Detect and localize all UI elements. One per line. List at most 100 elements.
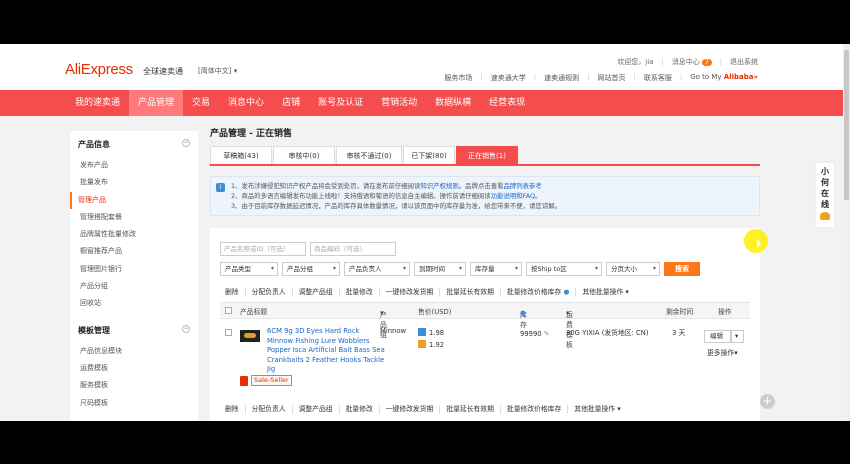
delete-button[interactable]: 删除 (225, 288, 245, 297)
edit-delivery-button[interactable]: 一键修改发货期 (378, 288, 440, 297)
sidebar-item-recycle[interactable]: 回收站 (78, 295, 190, 312)
col-actions: 操作 (718, 308, 732, 316)
scrollbar-thumb[interactable] (844, 50, 849, 200)
nav-marketing[interactable]: 营销活动 (372, 90, 426, 116)
link-service-market[interactable]: 服务市场 (444, 73, 472, 83)
nav-account[interactable]: 账号及认证 (309, 90, 372, 116)
brand-list-link[interactable]: 品牌列表参考 (503, 182, 541, 190)
nav-messages[interactable]: 消息中心 (219, 90, 273, 116)
stock-select[interactable]: 库存量 ▾ (470, 262, 522, 276)
logout-link[interactable]: 退出系统 (730, 57, 758, 67)
search-button[interactable]: 搜索 (664, 262, 700, 276)
main-nav: 我的速卖通 产品管理 交易 消息中心 店铺 账号及认证 营销活动 数据纵横 经营… (0, 90, 850, 116)
edit-delivery-button[interactable]: 一键修改发货期 (378, 405, 440, 414)
sidebar-item-info-module[interactable]: 产品信息模块 (78, 343, 190, 360)
ship-to-select[interactable]: 按Ship to区 ▾ (526, 262, 602, 276)
assign-owner-button[interactable]: 分配负责人 (244, 405, 292, 414)
nav-my-aliexpress[interactable]: 我的速卖通 (66, 90, 129, 116)
message-center-link[interactable]: 消息中心 7 (672, 57, 712, 67)
mascot-icon (820, 212, 830, 220)
pencil-icon[interactable]: ✎ (544, 330, 550, 338)
sidebar-item-showcase[interactable]: 橱窗推荐产品 (78, 243, 190, 260)
other-actions-dropdown[interactable]: 其他批量操作 ▾ (575, 288, 634, 297)
sidebar-item-manage-products[interactable]: 管理产品 (70, 191, 190, 209)
chevron-down-icon: ▾ (402, 265, 406, 272)
sidebar-item-groups[interactable]: 产品分组 (78, 278, 190, 295)
product-group-select[interactable]: 产品分组 ▾ (282, 262, 340, 276)
product-thumbnail[interactable] (240, 330, 260, 342)
sidebar-section-templates[interactable]: 模板管理 − (78, 324, 190, 336)
more-actions-dropdown[interactable]: 更多操作▾ (707, 347, 738, 357)
sidebar-item-brand-attrs[interactable]: 品牌属性批量修改 (78, 226, 190, 243)
edit-button[interactable]: 编辑 (704, 330, 731, 343)
adjust-group-button[interactable]: 调整产品组 (291, 288, 339, 297)
select-label: 按Ship to区 (531, 265, 567, 273)
nav-products[interactable]: 产品管理 (129, 90, 184, 116)
collapse-icon[interactable]: − (182, 324, 190, 333)
product-name-input[interactable]: 产品名称或ID（可选） (220, 242, 306, 256)
delete-button[interactable]: 删除 (225, 405, 245, 414)
nav-store[interactable]: 店铺 (273, 90, 309, 116)
product-owner-select[interactable]: 产品负责人 ▾ (344, 262, 410, 276)
tag-label: Sale-Seller (251, 375, 292, 386)
tab-drafts[interactable]: 草稿箱(43) (210, 146, 272, 164)
help-icon: ● (520, 309, 526, 317)
faq-link[interactable]: 功能说明和FAQ (491, 192, 535, 200)
language-selector[interactable]: [简体中文] ▾ (198, 66, 237, 76)
tab-offline[interactable]: 已下架(80) (403, 146, 455, 164)
assign-owner-button[interactable]: 分配负责人 (244, 288, 292, 297)
sidebar-item-shipping-template[interactable]: 运费模板 (78, 360, 190, 377)
chevron-down-icon: ▾ (458, 265, 462, 272)
plus-icon[interactable]: + (760, 394, 775, 409)
sidebar-section-product-info[interactable]: 产品信息 − (78, 139, 190, 150)
sidebar-item-bundles[interactable]: 管理搭配套餐 (78, 209, 190, 226)
tab-rejected[interactable]: 审核不通过(0) (336, 146, 402, 164)
select-label: 到期时间 (419, 265, 445, 273)
alibaba-brand: Alibaba (723, 73, 754, 81)
product-type-select[interactable]: 产品类型 ▾ (220, 262, 278, 276)
tab-reviewing[interactable]: 审核中(0) (273, 146, 335, 164)
bulk-edit-button[interactable]: 批量修改 (338, 288, 379, 297)
online-help-widget[interactable]: 小 何 在 线 (815, 162, 835, 228)
collapse-icon[interactable]: − (182, 139, 190, 147)
page-size-select[interactable]: 分页大小 ▾ (606, 262, 660, 276)
row-checkbox[interactable] (225, 329, 232, 336)
sidebar-item-publish[interactable]: 发布产品 (78, 157, 190, 174)
nav-data[interactable]: 数据纵横 (426, 90, 480, 116)
edit-price-stock-button[interactable]: 批量修改价格库存 ● (499, 288, 575, 297)
sidebar-item-size-template[interactable]: 尺码模板 (78, 395, 190, 412)
product-code-input[interactable]: 商品编码（可选） (310, 242, 396, 256)
chevron-down-icon: ▾ (566, 309, 570, 317)
edit-price-stock-button[interactable]: 批量修改价格库存 (499, 405, 567, 414)
ip-rules-link[interactable]: 知识产权规则 (420, 182, 458, 190)
link-home[interactable]: 网站首页 (597, 73, 625, 83)
chevron-down-icon: ▾ (270, 265, 274, 272)
extend-validity-button[interactable]: 批量延长有效期 (439, 405, 500, 414)
tab-on-sale[interactable]: 正在销售(1) (456, 146, 518, 164)
link-rules[interactable]: 速卖通规则 (544, 73, 579, 83)
sidebar-item-image-bank[interactable]: 管理图片银行 (78, 261, 190, 278)
goto-alibaba-link[interactable]: Go to My Alibaba» (690, 73, 758, 83)
aliexpress-logo[interactable]: AliExpress (65, 61, 133, 78)
price-line-2: 1.92 (418, 340, 444, 349)
status-tabs: 草稿箱(43) 审核中(0) 审核不通过(0) 已下架(80) 正在销售(1) (210, 146, 760, 166)
widget-char: 在 (821, 189, 829, 198)
nav-performance[interactable]: 经营表现 (480, 90, 534, 116)
select-label: 产品负责人 (349, 265, 382, 273)
sidebar-item-service-template[interactable]: 服务模板 (78, 377, 190, 394)
page-scrollbar[interactable] (843, 44, 850, 421)
bulk-edit-button[interactable]: 批量修改 (338, 405, 379, 414)
adjust-group-button[interactable]: 调整产品组 (291, 405, 339, 414)
other-actions-dropdown[interactable]: 其他批量操作 ▾ (567, 405, 626, 414)
link-university[interactable]: 速卖通大学 (491, 73, 526, 83)
select-all-checkbox[interactable] (225, 307, 232, 314)
chevron-down-icon: ▾ (734, 349, 738, 357)
sidebar-item-bulk-publish[interactable]: 批量发布 (78, 174, 190, 191)
link-support[interactable]: 联系客服 (644, 73, 672, 83)
extend-validity-button[interactable]: 批量延长有效期 (439, 288, 500, 297)
product-title-link[interactable]: 6CM 9g 3D Eyes Hard Rock Minnow Fishing … (267, 327, 385, 375)
nav-orders[interactable]: 交易 (183, 90, 219, 116)
edit-dropdown-toggle[interactable]: ▾ (731, 330, 744, 343)
expiry-select[interactable]: 到期时间 ▾ (414, 262, 466, 276)
